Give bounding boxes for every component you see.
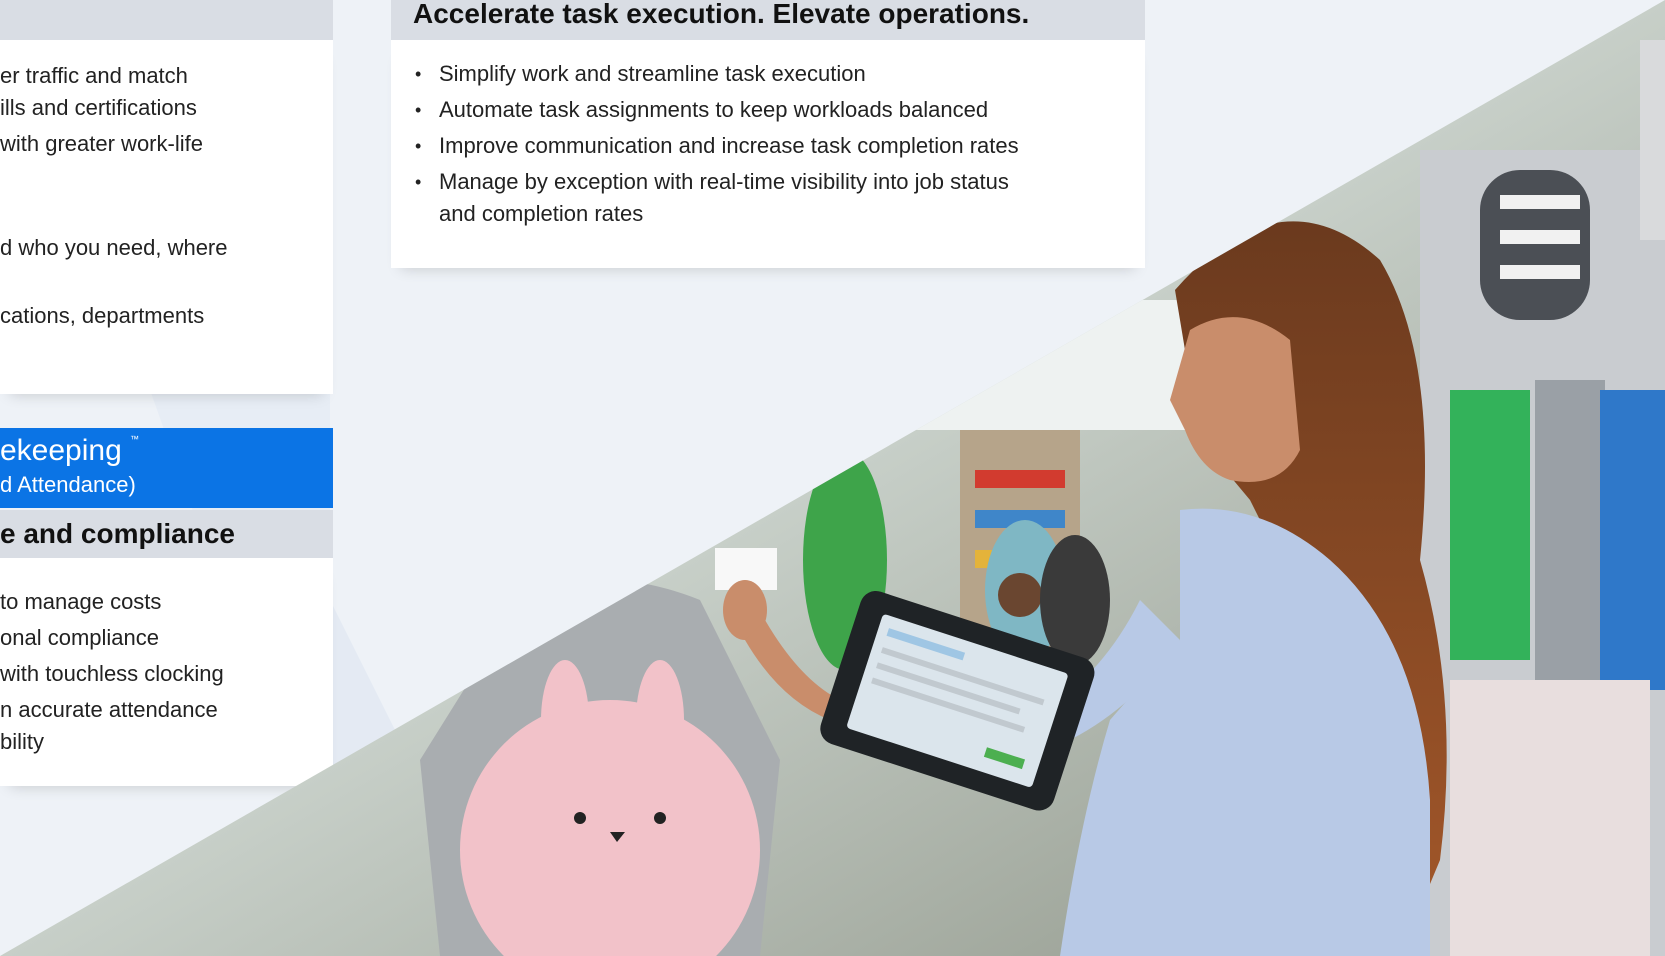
- retail-worker-photo: [0, 0, 1665, 956]
